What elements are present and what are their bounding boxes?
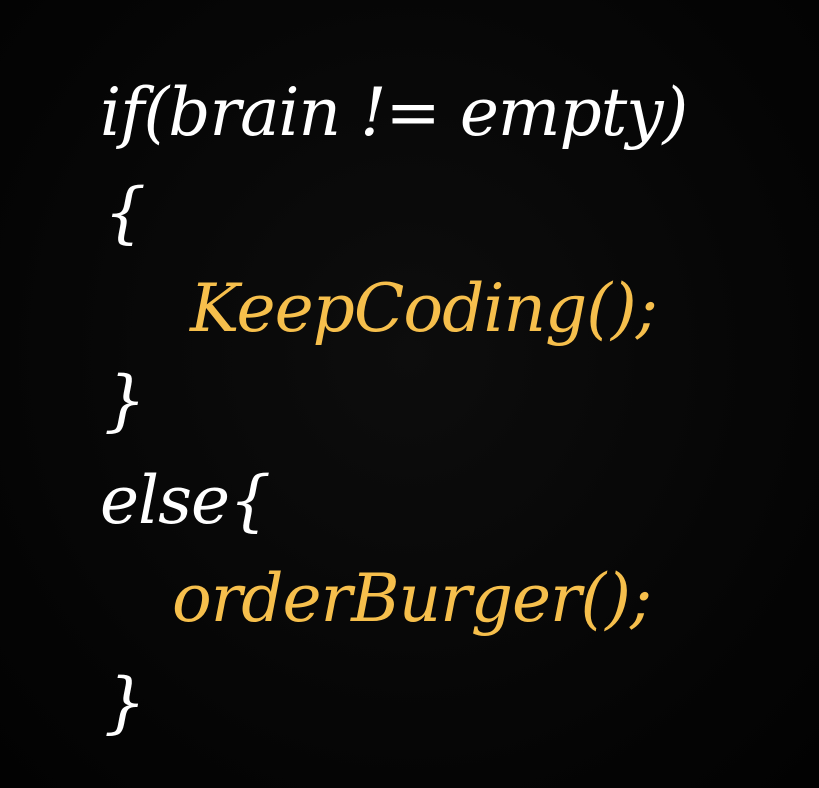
open-brace-line: {: [104, 174, 146, 251]
else-line: else{: [100, 462, 271, 539]
order-burger-call-line: orderBurger();: [172, 560, 652, 637]
close-brace-line: }: [104, 362, 146, 439]
code-poster: if(brain != empty) { KeepCoding(); } els…: [0, 0, 819, 788]
keep-coding-call-line: KeepCoding();: [190, 270, 658, 347]
if-condition-line: if(brain != empty): [100, 74, 688, 151]
final-close-brace-line: }: [104, 664, 146, 741]
